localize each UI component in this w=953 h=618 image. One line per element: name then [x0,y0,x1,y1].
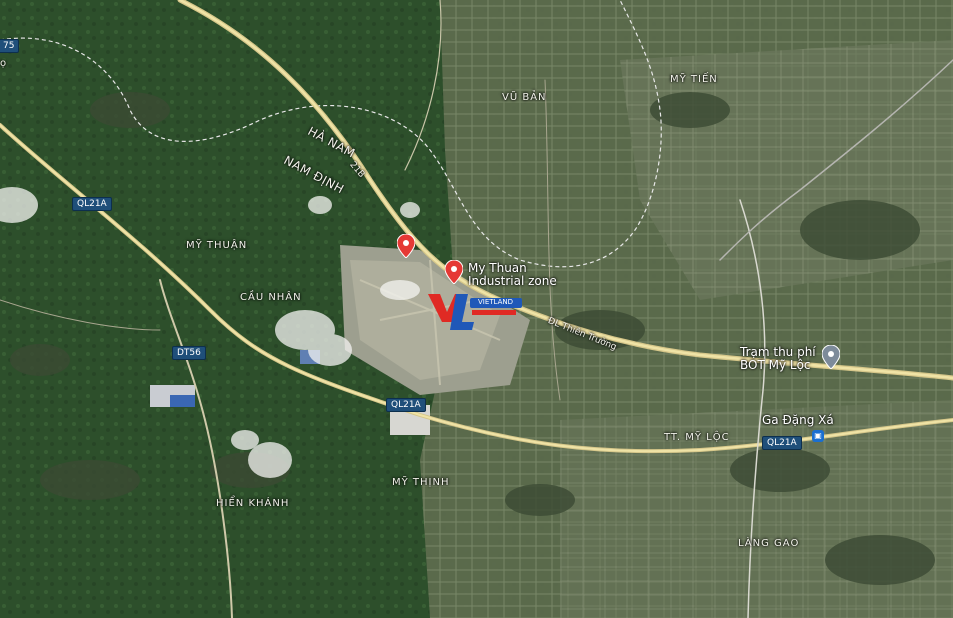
place-label-lang-gao: LÀNG GAO [738,538,800,549]
road-shield-75: 75 [0,39,20,53]
map-terrain [0,0,953,618]
logo-text: VIETLAND [478,298,514,306]
poi-label-toll-station[interactable]: Trạm thu phí BOT Mỹ Lộc [740,346,822,372]
place-label-my-thuan: MỸ THUẬN [186,240,248,251]
toll-station-pin-icon[interactable] [822,345,840,369]
road-shield-ql21a: QL21A [72,197,112,211]
edge-label: ọ [0,58,7,69]
poi-label-industrial-zone[interactable]: My Thuan Industrial zone [468,262,568,288]
place-label-cau-nhan: CẦU NHÂN [240,292,302,303]
place-label-vu-ban: VŨ BẢN [502,92,547,103]
road-shield-dt56: DT56 [172,346,206,360]
place-label-my-tien: MỸ TIẾN [670,74,718,85]
place-label-my-thinh: MỸ THỊNH [392,477,450,488]
road-shield-ql21a-right: QL21A [762,436,802,450]
place-label-tt-my-loc: TT. MỸ LỘC [664,432,730,443]
place-label-hien-khanh: HIỂN KHÁNH [216,498,290,509]
train-station-icon[interactable]: ▣ [812,430,824,442]
map-pin-icon[interactable] [397,234,415,258]
satellite-map[interactable]: VŨ BẢN MỸ TIẾN MỸ THUẬN CẦU NHÂN MỸ THỊN… [0,0,953,618]
poi-label-station[interactable]: Ga Đặng Xá [762,414,834,427]
road-shield-ql21a-center: QL21A [386,398,426,412]
industrial-zone-pin-icon[interactable] [445,260,463,284]
